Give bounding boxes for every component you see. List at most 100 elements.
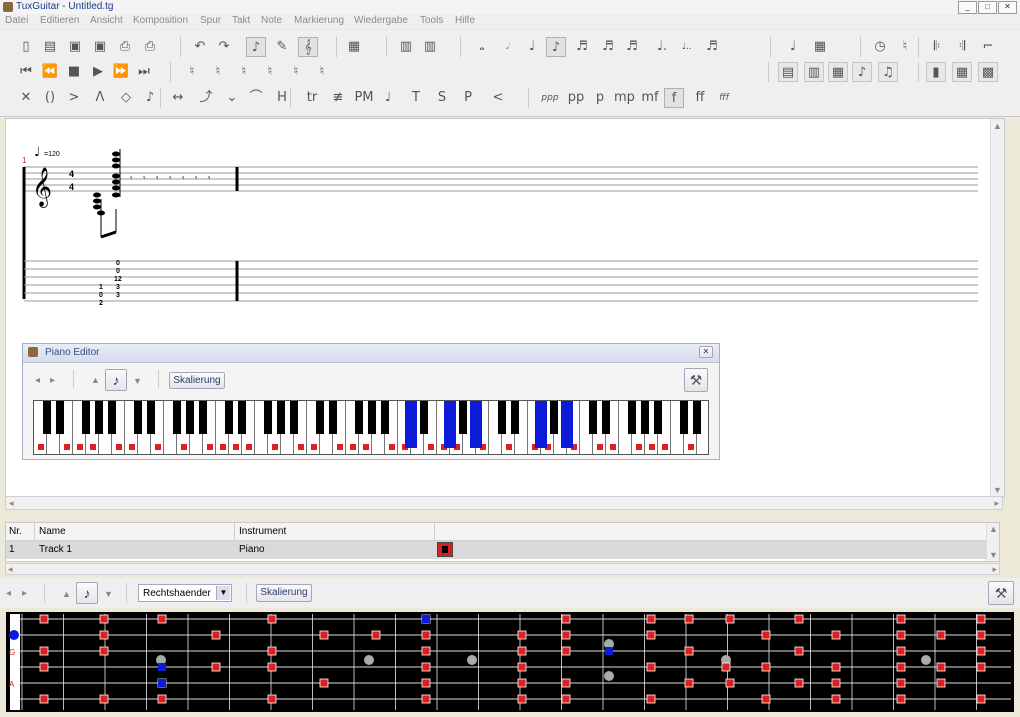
trill-icon[interactable]: tr (302, 88, 322, 108)
dead-note-icon[interactable]: ✕ (16, 88, 36, 108)
black-key[interactable] (368, 401, 376, 434)
black-key[interactable] (199, 401, 207, 434)
tuplet-icon[interactable]: ♬ (702, 37, 722, 57)
sixtyfourth-note-icon[interactable]: ♬ (622, 37, 642, 57)
bend-icon[interactable]: ⤴ (196, 88, 216, 108)
pencil-icon[interactable]: ✎ (272, 37, 292, 57)
fretboard-scale-button[interactable]: Skalierung (256, 584, 312, 602)
thirtysecond-note-icon[interactable]: ♬ (598, 37, 618, 57)
menu-datei[interactable]: Datei (5, 15, 28, 26)
scroll-down-arrow[interactable]: ▼ (993, 485, 1002, 495)
chord-icon[interactable]: ▦ (810, 37, 830, 57)
score-view-icon[interactable]: 𝄞 (298, 37, 318, 57)
previous-icon[interactable]: ⏪ (40, 62, 60, 82)
dynamic-3-icon[interactable]: ♮ (234, 62, 254, 82)
print-preview-icon[interactable]: ⎙ (140, 37, 160, 57)
tied-note-icon[interactable]: ♩ (783, 37, 803, 57)
dynamic-pp-icon[interactable]: pp (566, 88, 586, 108)
black-key[interactable] (693, 401, 701, 434)
heavy-accent-icon[interactable]: Λ (90, 88, 110, 108)
menu-takt[interactable]: Takt (232, 15, 250, 26)
hand-select-chevron-down-icon[interactable]: ▼ (216, 586, 230, 600)
hammer-on-icon[interactable]: ⌒ (246, 88, 266, 108)
dynamic-ff-icon[interactable]: ff (690, 88, 710, 108)
black-key[interactable] (225, 401, 233, 434)
last-icon[interactable]: ⏭ (134, 62, 154, 82)
duration-down-icon[interactable]: ▼ (133, 376, 142, 386)
menu-komposition[interactable]: Komposition (133, 15, 188, 26)
first-icon[interactable]: ⏮ (16, 62, 36, 82)
slapping-icon[interactable]: S (432, 88, 452, 108)
table-row[interactable]: 1 Track 1 Piano (6, 541, 999, 559)
black-key[interactable] (550, 401, 558, 434)
layout-linear-icon[interactable]: ▥ (804, 62, 824, 82)
duration-up-icon[interactable]: ▲ (91, 375, 100, 385)
maximize-button[interactable]: □ (978, 1, 997, 14)
black-key[interactable] (498, 401, 506, 434)
scroll-left-arrow[interactable]: ◂ (9, 498, 14, 509)
quarter-note-icon[interactable]: ♩ (522, 37, 542, 57)
menu-note[interactable]: Note (261, 15, 282, 26)
black-key[interactable] (238, 401, 246, 434)
natural-harmonic-icon[interactable]: H (272, 88, 292, 108)
black-key[interactable] (56, 401, 64, 434)
new-file-icon[interactable]: ▯ (16, 37, 36, 57)
double-dotted-note-icon[interactable]: ♩.. (677, 37, 697, 57)
edit-mode-icon[interactable]: ♪ (246, 37, 266, 57)
black-key[interactable] (680, 401, 688, 434)
black-key[interactable] (355, 401, 363, 434)
harmonic-icon[interactable]: ◇ (116, 88, 136, 108)
fret-duration-down-icon[interactable]: ▼ (104, 589, 113, 599)
remove-measure-icon[interactable]: ▥ (420, 37, 440, 57)
table-scroll-left[interactable]: ◂ (8, 564, 13, 575)
half-note-icon[interactable]: 𝅗𝅥 (497, 37, 517, 57)
dynamic-6-icon[interactable]: ♮ (312, 62, 332, 82)
play-icon[interactable]: ▶ (88, 62, 108, 82)
piano-editor-icon[interactable]: ▦ (952, 62, 972, 82)
piano-scale-button[interactable]: Skalierung (169, 372, 225, 389)
tremolo-picking-icon[interactable]: ≢ (328, 88, 348, 108)
dynamic-f-icon[interactable]: f (664, 88, 684, 108)
black-key[interactable] (561, 401, 573, 448)
save-icon[interactable]: ▣ (65, 37, 85, 57)
table-scroll-right[interactable]: ▸ (992, 564, 997, 575)
sixteenth-note-icon[interactable]: ♬ (572, 37, 592, 57)
grace-note-icon[interactable]: ♪ (140, 88, 160, 108)
black-key[interactable] (589, 401, 597, 434)
dynamic-fff-icon[interactable]: fff (714, 88, 734, 108)
dynamic-p-icon[interactable]: p (590, 88, 610, 108)
menu-tools[interactable]: Tools (420, 15, 443, 26)
minimize-button[interactable]: _ (958, 1, 977, 14)
table-scroll-up[interactable]: ▲ (989, 524, 998, 534)
fret-duration-up-icon[interactable]: ▲ (62, 589, 71, 599)
staccato-icon[interactable]: ♩ (378, 88, 398, 108)
layout-both-icon[interactable]: ♫ (878, 62, 898, 82)
fretboard-icon[interactable]: ▩ (978, 62, 998, 82)
stop-icon[interactable]: ■ (64, 62, 84, 82)
track-color-swatch[interactable] (437, 542, 453, 557)
redo-icon[interactable]: ↷ (214, 37, 234, 57)
dynamic-mp-icon[interactable]: mp (614, 88, 635, 108)
add-measure-icon[interactable]: ▥ (396, 37, 416, 57)
popping-icon[interactable]: P (458, 88, 478, 108)
black-key[interactable] (95, 401, 103, 434)
scroll-right-arrow[interactable]: ▸ (994, 498, 999, 509)
black-key[interactable] (108, 401, 116, 434)
black-key[interactable] (535, 401, 547, 448)
black-key[interactable] (641, 401, 649, 434)
slide-icon[interactable]: ↔ (168, 88, 188, 108)
fret-duration-note-icon[interactable]: ♪ (76, 582, 98, 604)
black-key[interactable] (316, 401, 324, 434)
black-key[interactable] (277, 401, 285, 434)
black-key[interactable] (444, 401, 456, 448)
black-key[interactable] (654, 401, 662, 434)
black-key[interactable] (459, 401, 467, 434)
layout-page-icon[interactable]: ▤ (778, 62, 798, 82)
black-key[interactable] (290, 401, 298, 434)
black-key[interactable] (147, 401, 155, 434)
duration-note-icon[interactable]: ♪ (105, 369, 127, 391)
layout-score-icon[interactable]: ▦ (828, 62, 848, 82)
menu-hilfe[interactable]: Hilfe (455, 15, 475, 26)
menu-markierung[interactable]: Markierung (294, 15, 344, 26)
fretboard-settings-hammer-icon[interactable]: ⚒ (988, 581, 1014, 605)
